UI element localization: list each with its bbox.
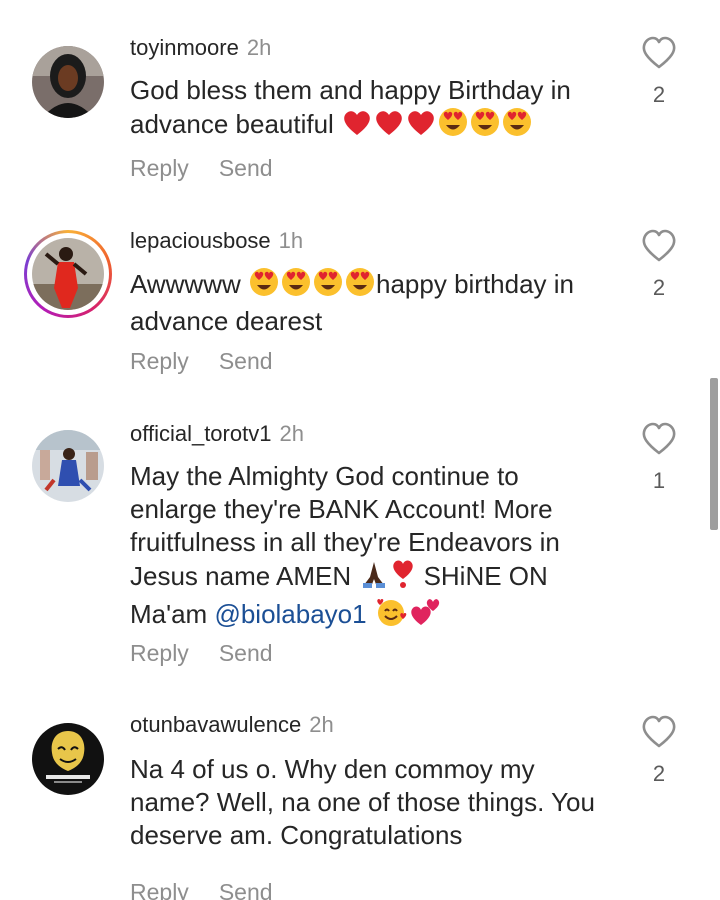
avatar-image [32, 238, 104, 310]
heart-outline-icon[interactable] [641, 36, 677, 70]
comment-text: Awwwww happy birthday in advance dearest [130, 267, 610, 338]
comment-text: Na 4 of us o. Why den commoy my name? We… [130, 753, 610, 852]
heart-outline-icon[interactable] [641, 422, 677, 456]
comment-body-start: Awwwww [130, 269, 241, 299]
avatar[interactable] [32, 723, 104, 795]
comment-actions: Reply Send [130, 639, 273, 667]
mention-link[interactable]: @biolabayo1 [214, 599, 366, 629]
send-button[interactable]: Send [219, 347, 273, 375]
reply-button[interactable]: Reply [130, 639, 189, 667]
like-count: 2 [652, 82, 666, 107]
heart-eyes-icon [249, 267, 279, 305]
avatar-image [32, 430, 104, 502]
comment-actions: Reply Send [130, 878, 273, 900]
heart-eyes-icon [281, 267, 311, 305]
red-heart-icon [406, 109, 436, 145]
comment-actions: Reply Send [130, 347, 273, 375]
comment-text: May the Almighty God continue to enlarge… [130, 460, 610, 635]
like-count: 2 [652, 275, 666, 300]
comment-text: God bless them and happy Birthday in adv… [130, 74, 610, 145]
like-count: 1 [652, 468, 666, 493]
smiling-face-hearts-icon [375, 597, 407, 635]
comment-header: toyinmoore 2h [130, 34, 271, 62]
heart-outline-icon[interactable] [641, 229, 677, 263]
heart-eyes-icon [345, 267, 375, 305]
username[interactable]: otunbavawulence [130, 712, 301, 737]
timestamp: 2h [309, 712, 334, 737]
red-heart-icon [342, 109, 372, 145]
heart-eyes-icon [438, 107, 468, 145]
timestamp: 1h [278, 228, 304, 253]
scrollbar[interactable] [710, 378, 718, 530]
username[interactable]: official_torotv1 [130, 421, 271, 446]
timestamp: 2h [246, 35, 272, 60]
comments-screen: toyinmoore 2h God bless them and happy Bi… [0, 0, 720, 900]
reply-button[interactable]: Reply [130, 347, 189, 375]
comment-body: Na 4 of us o. Why den commoy my name? We… [130, 754, 595, 850]
reply-button[interactable]: Reply [130, 154, 189, 182]
folded-hands-icon [359, 559, 389, 597]
username[interactable]: toyinmoore [130, 35, 239, 60]
comment-actions: Reply Send [130, 154, 273, 182]
avatar[interactable] [32, 238, 104, 310]
two-hearts-icon [409, 597, 441, 635]
avatar-image [32, 723, 104, 795]
heart-exclamation-icon [391, 559, 415, 597]
send-button[interactable]: Send [219, 639, 273, 667]
avatar[interactable] [32, 430, 104, 502]
avatar[interactable] [32, 46, 104, 118]
heart-eyes-icon [502, 107, 532, 145]
reply-button[interactable]: Reply [130, 878, 189, 900]
send-button[interactable]: Send [219, 878, 273, 900]
send-button[interactable]: Send [219, 154, 273, 182]
timestamp: 2h [279, 421, 304, 446]
heart-outline-icon[interactable] [641, 715, 677, 749]
comment-header: official_torotv1 2h [130, 420, 304, 448]
heart-eyes-icon [313, 267, 343, 305]
red-heart-icon [374, 109, 404, 145]
avatar-image [32, 46, 104, 118]
heart-eyes-icon [470, 107, 500, 145]
comment-header: lepaciousbose 1h [130, 227, 303, 255]
comment-header: otunbavawulence 2h [130, 711, 334, 739]
username[interactable]: lepaciousbose [130, 228, 271, 253]
story-ring[interactable] [24, 230, 112, 318]
like-count: 2 [652, 761, 666, 786]
